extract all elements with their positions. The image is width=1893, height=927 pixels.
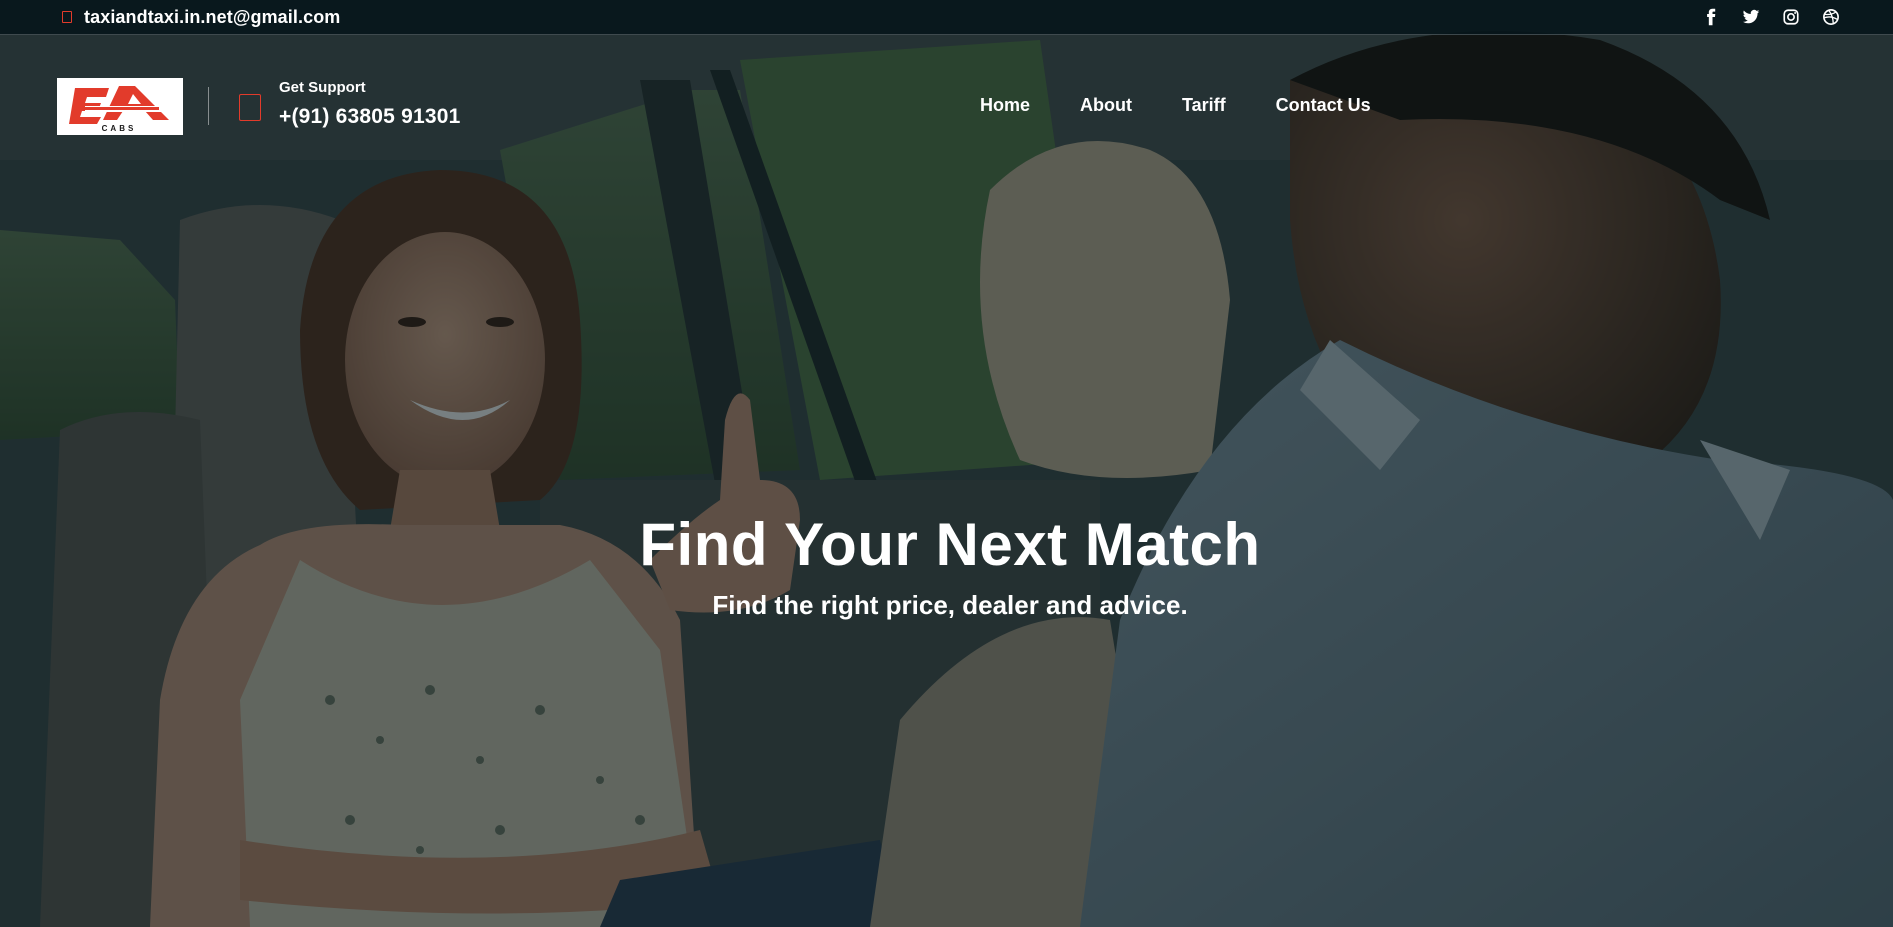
facebook-icon[interactable]: [1701, 7, 1721, 27]
twitter-icon[interactable]: [1741, 7, 1761, 27]
nav-contact-us[interactable]: Contact Us: [1276, 95, 1371, 116]
phone-icon: [239, 94, 261, 121]
instagram-icon[interactable]: [1781, 7, 1801, 27]
site-header: CABS Get Support +(91) 63805 91301 Home …: [0, 35, 1893, 175]
social-links: [1701, 7, 1841, 27]
brand-logo[interactable]: CABS: [57, 78, 183, 135]
support-label: Get Support: [279, 79, 366, 96]
mail-icon: [62, 11, 72, 23]
top-bar: taxiandtaxi.in.net@gmail.com: [0, 0, 1893, 35]
nav-about[interactable]: About: [1080, 95, 1132, 116]
hero-title: Find Your Next Match: [639, 511, 1261, 578]
page: taxiandtaxi.in.net@gmail.com CABS Get Su…: [0, 0, 1893, 927]
support-phone-link[interactable]: +(91) 63805 91301: [279, 105, 460, 129]
nav-home[interactable]: Home: [980, 95, 1030, 116]
header-divider: [208, 87, 209, 125]
nav-tariff[interactable]: Tariff: [1182, 95, 1226, 116]
hero-subtitle: Find the right price, dealer and advice.: [712, 590, 1188, 620]
top-bar-contact: taxiandtaxi.in.net@gmail.com: [62, 7, 340, 28]
logo-subtext: CABS: [102, 124, 137, 133]
contact-email-link[interactable]: taxiandtaxi.in.net@gmail.com: [84, 7, 340, 28]
dribbble-icon[interactable]: [1821, 7, 1841, 27]
main-nav: Home About Tariff Contact Us: [980, 95, 1371, 116]
